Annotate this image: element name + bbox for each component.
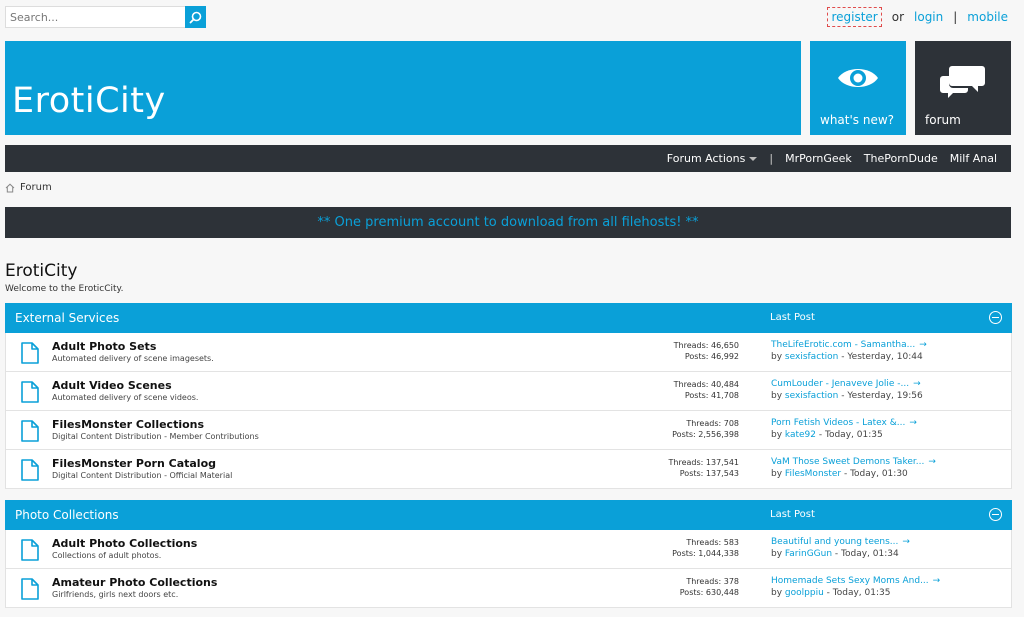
breadcrumb-forum[interactable]: Forum <box>20 182 52 193</box>
separator: | <box>953 10 958 24</box>
arrow-right-icon[interactable]: → <box>928 457 936 467</box>
last-post: Porn Fetish Videos - Latex &... → by kate… <box>771 418 917 440</box>
eye-icon <box>838 69 878 87</box>
home-icon[interactable] <box>5 183 15 193</box>
nav-link-mrporngeek[interactable]: MrPornGeek <box>785 152 852 165</box>
last-post-link[interactable]: Porn Fetish Videos - Latex &... <box>771 418 905 428</box>
category-external-services: External Services Last Post Adult Photo … <box>5 303 1012 489</box>
search-form <box>5 6 206 28</box>
account-links: register or login | mobile <box>827 7 1008 27</box>
last-post: Homemade Sets Sexy Moms And... → by goolp… <box>771 576 941 598</box>
nav-link-milf-anal[interactable]: Milf Anal <box>950 152 997 165</box>
category-photo-collections: Photo Collections Last Post Adult Photo … <box>5 500 1012 608</box>
last-post-user[interactable]: sexisfaction <box>785 352 838 362</box>
forum-row: FilesMonster Collections Digital Content… <box>6 411 1011 450</box>
nav-link-theporndude[interactable]: ThePornDude <box>864 152 938 165</box>
category-header: Photo Collections Last Post <box>5 500 1012 530</box>
forum-stats: Threads: 46,650 Posts: 46,992 <box>673 341 739 361</box>
whats-new-label: what's new? <box>820 113 895 127</box>
forum-document-icon <box>21 420 39 442</box>
last-post-link[interactable]: CumLouder - Jenaveve Jolie -... <box>771 379 909 389</box>
arrow-right-icon[interactable]: → <box>913 379 921 389</box>
forum-description: Automated delivery of scene videos. <box>52 393 199 402</box>
notice-text[interactable]: ** One premium account to download from … <box>317 215 698 230</box>
page-title: ErotiCity <box>5 261 78 281</box>
last-post-header: Last Post <box>770 312 815 323</box>
search-button[interactable] <box>185 6 206 28</box>
collapse-icon[interactable] <box>989 311 1002 324</box>
last-post-link[interactable]: VaM Those Sweet Demons Taker... <box>771 457 924 467</box>
forum-actions-menu[interactable]: Forum Actions <box>667 152 758 165</box>
forum-description: Girlfriends, girls next doors etc. <box>52 590 179 599</box>
forum-stats: Threads: 378 Posts: 630,448 <box>679 577 739 597</box>
last-post-link[interactable]: Beautiful and young teens... <box>771 537 898 547</box>
search-icon <box>189 11 202 23</box>
last-post: CumLouder - Jenaveve Jolie -... → by sexi… <box>771 379 923 401</box>
category-header: External Services Last Post <box>5 303 1012 333</box>
forum-stats: Threads: 40,484 Posts: 41,708 <box>673 380 739 400</box>
whats-new-tile[interactable]: what's new? <box>810 41 906 135</box>
site-banner[interactable]: ErotiCity <box>5 41 801 135</box>
forum-title[interactable]: Amateur Photo Collections <box>52 576 217 589</box>
arrow-right-icon[interactable]: → <box>933 576 941 586</box>
forum-description: Automated delivery of scene imagesets. <box>52 354 214 363</box>
last-post: Beautiful and young teens... → by FarinGG… <box>771 537 910 559</box>
forum-document-icon <box>21 459 39 481</box>
or-text: or <box>891 10 905 24</box>
forum-document-icon <box>21 381 39 403</box>
forum-tile[interactable]: forum <box>915 41 1011 135</box>
forum-stats: Threads: 137,541 Posts: 137,543 <box>668 458 739 478</box>
forum-row: Amateur Photo Collections Girlfriends, g… <box>6 569 1011 608</box>
category-title[interactable]: External Services <box>15 311 119 325</box>
register-link[interactable]: register <box>827 7 882 27</box>
notice-banner[interactable]: ** One premium account to download from … <box>5 207 1011 238</box>
forum-title[interactable]: Adult Photo Sets <box>52 340 156 353</box>
forum-document-icon <box>21 578 39 600</box>
collapse-icon[interactable] <box>989 508 1002 521</box>
forum-row: FilesMonster Porn Catalog Digital Conten… <box>6 450 1011 489</box>
forum-row: Adult Photo Collections Collections of a… <box>6 530 1011 569</box>
last-post-user[interactable]: kate92 <box>785 430 816 440</box>
forum-title[interactable]: FilesMonster Collections <box>52 418 204 431</box>
search-input[interactable] <box>5 6 185 28</box>
arrow-right-icon[interactable]: → <box>902 537 910 547</box>
forum-stats: Threads: 583 Posts: 1,044,338 <box>672 538 739 558</box>
forum-document-icon <box>21 342 39 364</box>
forum-row: Adult Video Scenes Automated delivery of… <box>6 372 1011 411</box>
forum-stats: Threads: 708 Posts: 2,556,398 <box>672 419 739 439</box>
last-post: TheLifeErotic.com - Samantha... → by sexi… <box>771 340 927 362</box>
forum-description: Digital Content Distribution - Official … <box>52 471 233 480</box>
site-logo-text[interactable]: ErotiCity <box>12 81 166 121</box>
page-description: Welcome to the EroticCity. <box>5 284 124 294</box>
arrow-right-icon[interactable]: → <box>919 340 927 350</box>
last-post-header: Last Post <box>770 509 815 520</box>
arrow-right-icon[interactable]: → <box>909 418 917 428</box>
last-post-link[interactable]: TheLifeErotic.com - Samantha... <box>771 340 915 350</box>
top-bar: register or login | mobile <box>0 0 1024 36</box>
forum-description: Collections of adult photos. <box>52 551 162 560</box>
forum-title[interactable]: Adult Video Scenes <box>52 379 172 392</box>
forum-document-icon <box>21 539 39 561</box>
forum-title[interactable]: Adult Photo Collections <box>52 537 197 550</box>
last-post-link[interactable]: Homemade Sets Sexy Moms And... <box>771 576 929 586</box>
mobile-link[interactable]: mobile <box>967 10 1008 24</box>
login-link[interactable]: login <box>914 10 943 24</box>
last-post: VaM Those Sweet Demons Taker... → by File… <box>771 457 936 479</box>
forum-title[interactable]: FilesMonster Porn Catalog <box>52 457 216 470</box>
last-post-user[interactable]: FilesMonster <box>785 469 841 479</box>
breadcrumb: Forum <box>5 182 52 193</box>
nav-separator: | <box>769 152 774 165</box>
chat-bubbles-icon <box>940 66 985 98</box>
category-title[interactable]: Photo Collections <box>15 508 119 522</box>
forum-description: Digital Content Distribution - Member Co… <box>52 432 259 441</box>
last-post-user[interactable]: goolppiu <box>785 588 824 598</box>
forum-row: Adult Photo Sets Automated delivery of s… <box>6 333 1011 372</box>
last-post-user[interactable]: FarinGGun <box>785 549 832 559</box>
forum-label: forum <box>925 113 961 127</box>
caret-down-icon <box>749 157 758 161</box>
last-post-user[interactable]: sexisfaction <box>785 391 838 401</box>
navbar: Forum Actions | MrPornGeek ThePornDude M… <box>5 145 1011 172</box>
